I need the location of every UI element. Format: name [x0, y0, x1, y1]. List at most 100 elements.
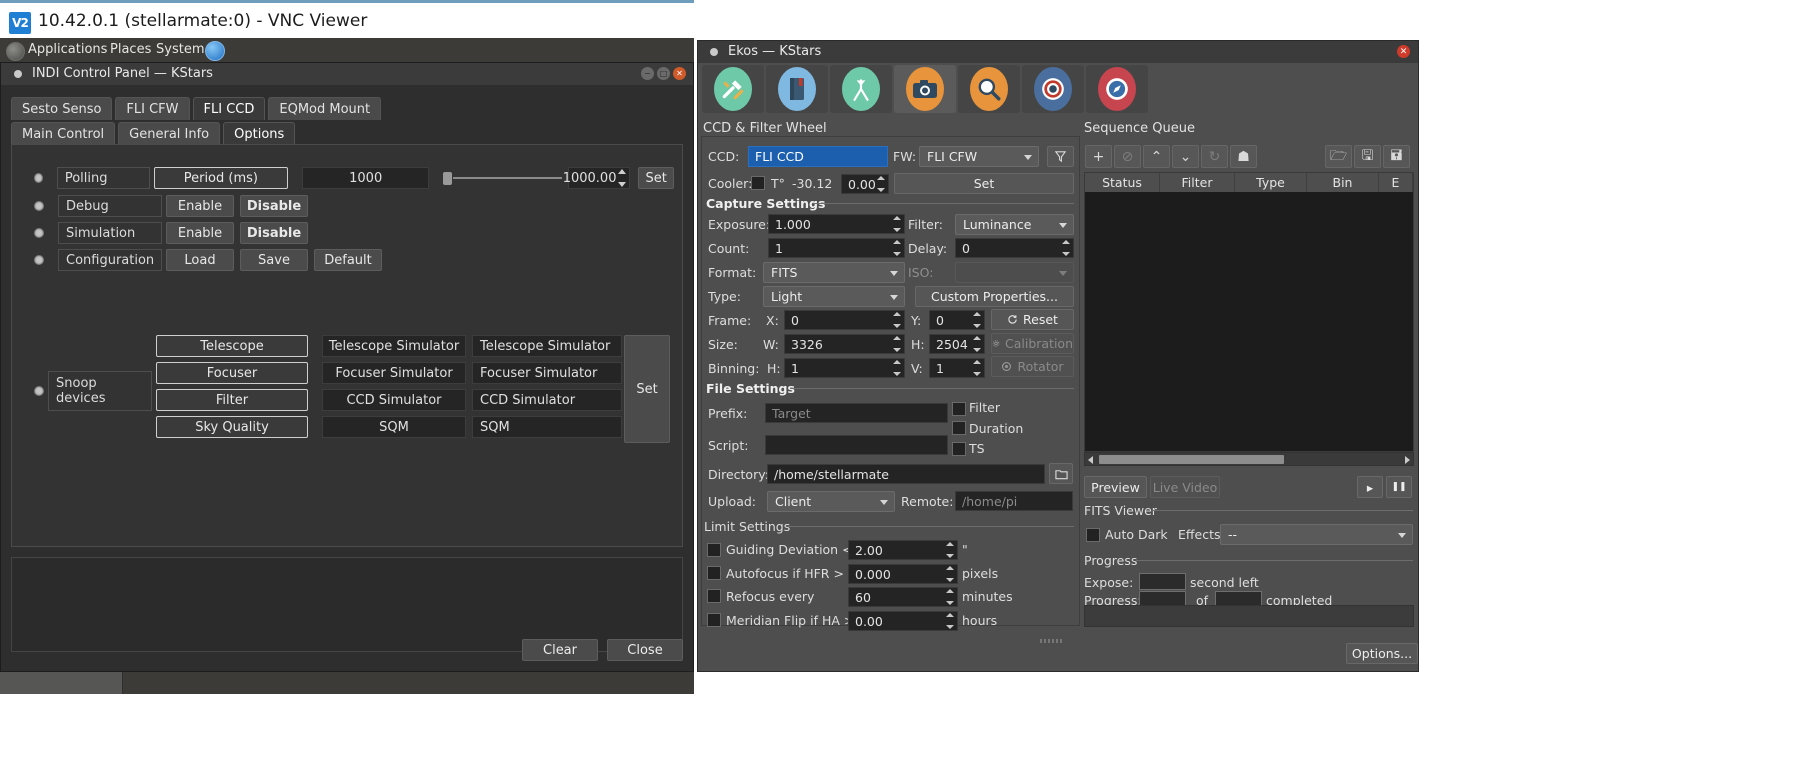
remote-input[interactable]: /home/pi: [955, 491, 1073, 511]
snoop-set-button[interactable]: Set: [624, 335, 670, 443]
meridian-flip-input[interactable]: 0.00: [848, 611, 958, 631]
meridian-flip-checkbox[interactable]: [707, 613, 721, 627]
upload-select[interactable]: Client: [767, 491, 895, 512]
spin-arrows[interactable]: [617, 169, 628, 187]
prefix-input[interactable]: Target: [765, 403, 948, 423]
column-filter[interactable]: Filter: [1160, 173, 1235, 192]
ekos-splitter-handle[interactable]: [1040, 639, 1064, 643]
size-width-input[interactable]: 3326: [784, 334, 905, 354]
browse-directory-button[interactable]: [1049, 463, 1073, 484]
spin-arrows[interactable]: [892, 216, 903, 232]
tab-general-info[interactable]: General Info: [118, 122, 221, 145]
live-video-button[interactable]: Live Video: [1150, 476, 1220, 498]
menu-applications[interactable]: Applications: [28, 42, 107, 57]
scroll-right-arrow[interactable]: [1405, 456, 1410, 464]
size-height-input[interactable]: 2504: [929, 334, 985, 354]
tab-main-control[interactable]: Main Control: [11, 122, 116, 145]
count-input[interactable]: 1: [768, 238, 905, 258]
spin-arrows[interactable]: [972, 312, 983, 328]
preview-button[interactable]: Preview: [1084, 476, 1147, 498]
refocus-every-input[interactable]: 60: [848, 587, 958, 607]
move-down-button[interactable]: ⌄: [1172, 145, 1199, 168]
fw-select[interactable]: FLI CFW: [919, 146, 1039, 167]
tab-options[interactable]: Options: [223, 122, 296, 145]
reset-frame-button[interactable]: Reset: [991, 309, 1074, 330]
spin-arrows[interactable]: [892, 336, 903, 352]
menu-system[interactable]: System: [156, 42, 204, 57]
indi-close-button[interactable]: ✕: [673, 67, 686, 80]
spin-arrows[interactable]: [972, 360, 983, 376]
polling-slider[interactable]: [443, 167, 563, 189]
tab-fli-ccd[interactable]: FLI CCD: [192, 97, 266, 120]
scroll-thumb[interactable]: [1099, 455, 1284, 464]
spin-arrows[interactable]: [945, 542, 956, 558]
autofocus-hfr-input[interactable]: 0.000: [848, 564, 958, 584]
close-button[interactable]: Close: [607, 639, 683, 661]
filter-name-checkbox[interactable]: [952, 402, 966, 416]
clear-button[interactable]: Clear: [522, 639, 598, 661]
add-job-button[interactable]: +: [1085, 145, 1112, 168]
polling-period-button[interactable]: Period (ms): [153, 167, 289, 189]
module-mount[interactable]: [830, 65, 892, 113]
effects-select[interactable]: --: [1220, 524, 1413, 545]
panel-app-icon[interactable]: [205, 41, 225, 61]
spin-arrows[interactable]: [892, 240, 903, 256]
script-input[interactable]: [765, 435, 948, 455]
config-default-button[interactable]: Default: [314, 249, 382, 271]
move-up-button[interactable]: ⌃: [1143, 145, 1170, 168]
simulation-enable-button[interactable]: Enable: [166, 222, 234, 244]
filter-select[interactable]: Luminance: [955, 214, 1074, 235]
polling-set-button[interactable]: Set: [638, 167, 674, 189]
spin-arrows[interactable]: [876, 176, 887, 192]
indi-maximize-button[interactable]: □: [657, 67, 670, 80]
spin-arrows[interactable]: [892, 360, 903, 376]
target-temperature-spinbox[interactable]: 0.00: [841, 174, 889, 194]
config-load-button[interactable]: Load: [166, 249, 234, 271]
column-exposure[interactable]: E: [1379, 173, 1413, 192]
tab-sesto-senso[interactable]: Sesto Senso: [11, 97, 113, 120]
reset-job-button[interactable]: ↻: [1201, 145, 1228, 168]
auto-dark-checkbox[interactable]: [1086, 528, 1100, 542]
ekos-close-button[interactable]: ✕: [1397, 45, 1410, 58]
binning-h-input[interactable]: 1: [784, 358, 905, 378]
scroll-left-arrow[interactable]: [1088, 456, 1093, 464]
menu-places[interactable]: Places: [110, 42, 151, 57]
start-sequence-button[interactable]: ▸: [1357, 476, 1383, 498]
taskbar-window-item[interactable]: [0, 672, 123, 694]
spin-arrows[interactable]: [892, 312, 903, 328]
rotator-button[interactable]: Rotator: [991, 356, 1074, 377]
pause-sequence-button[interactable]: ❚❚: [1386, 476, 1412, 498]
slider-knob[interactable]: [443, 171, 453, 185]
format-select[interactable]: FITS: [763, 262, 905, 283]
exposure-input[interactable]: 1.000: [768, 214, 905, 234]
frame-x-input[interactable]: 0: [784, 310, 905, 330]
column-type[interactable]: Type: [1235, 173, 1307, 192]
ccd-select[interactable]: FLI CCD: [748, 146, 888, 167]
column-status[interactable]: Status: [1085, 173, 1160, 192]
save-sequence-button[interactable]: 🖫: [1354, 145, 1381, 168]
module-focus[interactable]: [958, 65, 1020, 113]
guiding-deviation-checkbox[interactable]: [707, 543, 721, 557]
spin-arrows[interactable]: [972, 336, 983, 352]
open-sequence-button[interactable]: 🗁: [1325, 145, 1352, 168]
guiding-deviation-input[interactable]: 2.00: [848, 540, 958, 560]
binning-v-input[interactable]: 1: [929, 358, 985, 378]
duration-checkbox[interactable]: [952, 421, 966, 435]
snoop-telescope-button[interactable]: Telescope: [156, 335, 308, 357]
sequence-queue-table[interactable]: Status Filter Type Bin E: [1084, 172, 1414, 452]
spin-arrows[interactable]: [1061, 240, 1072, 256]
filter-settings-button[interactable]: [1047, 146, 1074, 167]
polling-spinbox[interactable]: 1000.00: [563, 167, 631, 189]
module-capture[interactable]: [894, 65, 956, 113]
module-align[interactable]: [1086, 65, 1148, 113]
cooler-checkbox[interactable]: [751, 176, 765, 190]
indi-minimize-button[interactable]: −: [641, 67, 654, 80]
spin-arrows[interactable]: [945, 566, 956, 582]
sequence-queue-hscrollbar[interactable]: [1084, 452, 1414, 466]
simulation-disable-button[interactable]: Disable: [240, 222, 308, 244]
config-save-button[interactable]: Save: [240, 249, 308, 271]
spin-arrows[interactable]: [945, 613, 956, 629]
type-select[interactable]: Light: [763, 286, 905, 307]
module-scheduler[interactable]: [766, 65, 828, 113]
remove-job-button[interactable]: ⊘: [1114, 145, 1141, 168]
